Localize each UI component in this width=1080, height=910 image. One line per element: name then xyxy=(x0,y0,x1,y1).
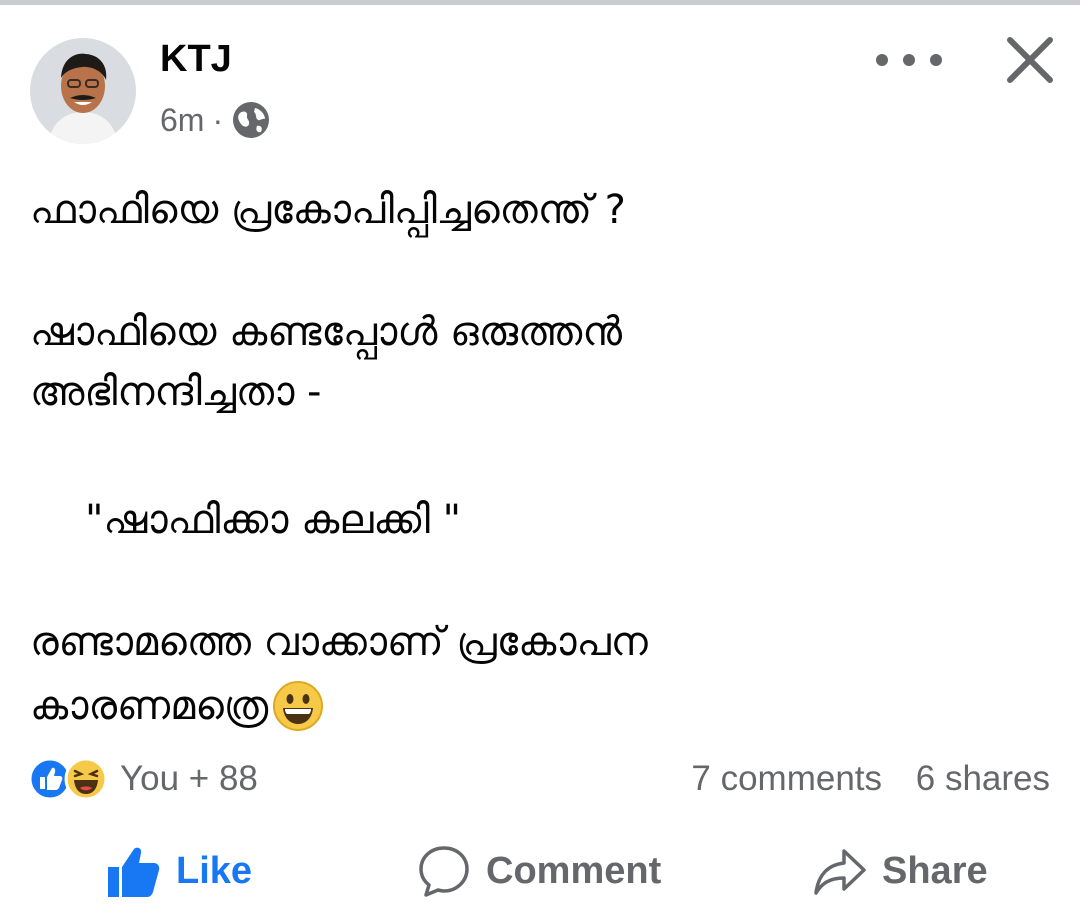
comment-button[interactable]: Comment xyxy=(416,836,661,906)
like-button[interactable]: Like xyxy=(106,836,252,906)
post-line: കാരണമത്രെ xyxy=(30,683,269,729)
close-icon[interactable] xyxy=(1000,30,1060,90)
avatar[interactable] xyxy=(30,38,136,144)
post-actions: Like Comment Share xyxy=(0,836,1080,906)
shares-count[interactable]: 6 shares xyxy=(916,759,1050,798)
globe-icon xyxy=(233,102,270,138)
comment-icon xyxy=(419,846,469,897)
share-label: Share xyxy=(882,849,988,892)
thumbs-up-icon xyxy=(108,847,160,897)
reaction-icons xyxy=(28,757,108,801)
like-label: Like xyxy=(176,849,253,892)
post-line: ഫാഫിയെ പ്രകോപിപ്പിച്ചതെന്ത് ? xyxy=(30,187,626,233)
share-button[interactable]: Share xyxy=(812,836,988,906)
reactions-count: You + 88 xyxy=(120,759,258,798)
author-name[interactable]: KTJ xyxy=(160,38,232,81)
post-last-line: കാരണമത്രെ xyxy=(30,676,324,736)
post-line: "ഷാഫിക്കാ കലക്കി " xyxy=(85,497,461,543)
post-line: രണ്ടാമത്തെ വാക്കാണ് പ്രകോപന xyxy=(30,619,648,665)
post-meta: 6m · xyxy=(160,100,271,140)
post-time[interactable]: 6m xyxy=(160,102,204,139)
post-line: ഷാഫിയെ കണ്ടപ്പോൾ ഒരുത്തൻ xyxy=(30,309,622,355)
comment-label: Comment xyxy=(486,849,662,892)
post-stats: You + 88 7 comments 6 shares xyxy=(28,752,1050,806)
share-icon xyxy=(814,849,866,895)
comments-count[interactable]: 7 comments xyxy=(691,759,882,798)
meta-separator: · xyxy=(212,101,224,138)
top-divider xyxy=(0,0,1080,5)
reactions-summary[interactable]: You + 88 xyxy=(28,757,258,801)
more-options-icon[interactable] xyxy=(876,38,942,82)
haha-reaction-icon xyxy=(64,757,108,801)
grinning-face-icon xyxy=(273,681,324,731)
engagement-counts: 7 comments 6 shares xyxy=(667,759,1050,799)
profile-photo xyxy=(30,38,136,144)
post-line: അഭിനന്ദിച്ചതാ - xyxy=(30,369,322,415)
